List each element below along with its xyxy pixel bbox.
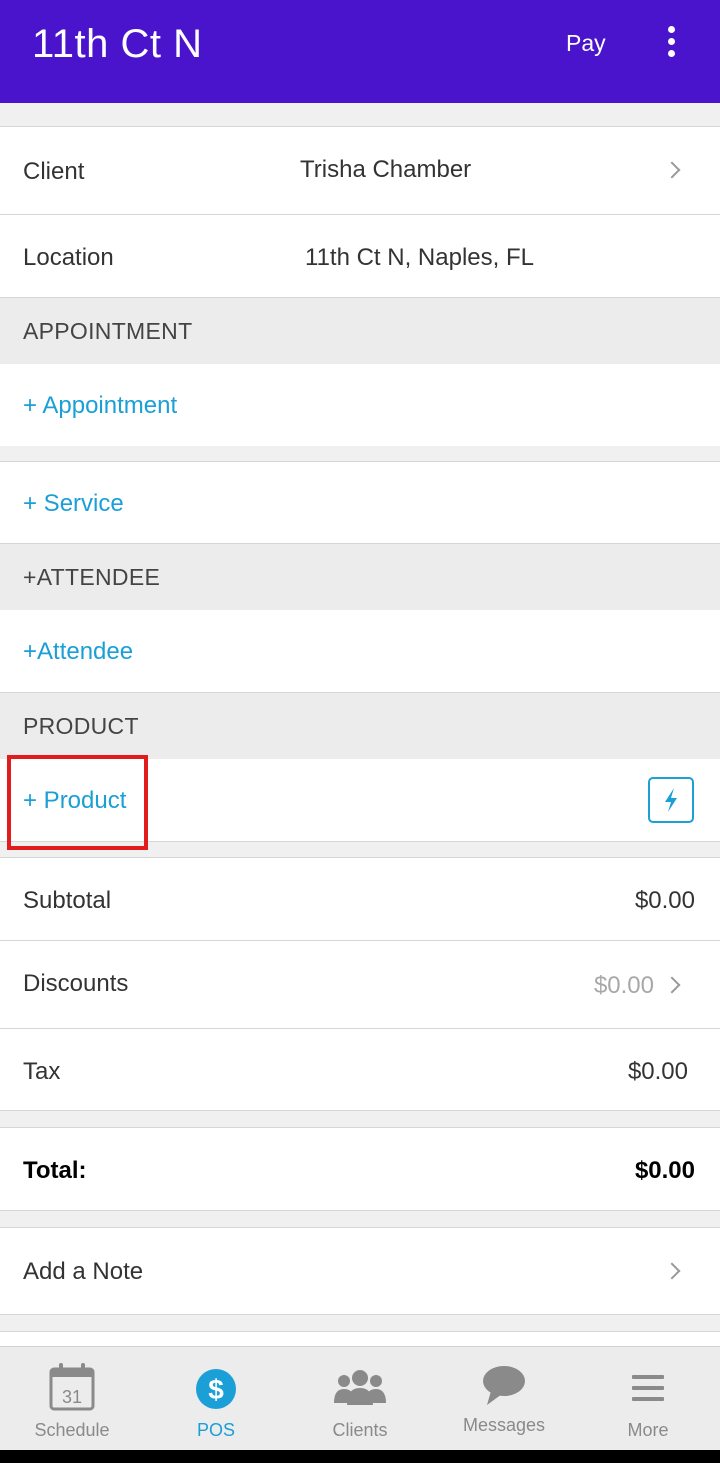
- chevron-right-icon: [663, 161, 681, 179]
- product-header-label: PRODUCT: [23, 713, 139, 739]
- more-vert-icon[interactable]: [660, 26, 682, 62]
- subtotal-label: Subtotal: [23, 887, 112, 914]
- tab-messages[interactable]: Messages: [432, 1347, 576, 1451]
- location-value: 11th Ct N, Naples, FL: [305, 244, 534, 271]
- footer-spacer: [0, 1331, 720, 1346]
- tab-pos-label: POS: [196, 1420, 235, 1440]
- tab-more-label: More: [627, 1420, 669, 1440]
- appointment-header-label: APPOINTMENT: [23, 318, 193, 344]
- total-label: Total:: [23, 1157, 87, 1184]
- lightning-icon: [665, 788, 677, 812]
- svg-text:31: 31: [62, 1387, 82, 1407]
- people-icon: [334, 1370, 386, 1405]
- tax-row: Tax $0.00: [0, 1029, 720, 1110]
- chevron-right-icon: [663, 976, 681, 994]
- total-value: $0.00: [634, 1157, 695, 1184]
- subtotal-value: $0.00: [634, 887, 695, 914]
- add-note-label: Add a Note: [23, 1258, 144, 1285]
- chevron-right-icon: [663, 1262, 681, 1280]
- total-row: Total: $0.00: [0, 1127, 720, 1211]
- add-attendee-link[interactable]: +Attendee: [23, 638, 133, 666]
- add-note-row[interactable]: Add a Note: [0, 1227, 720, 1315]
- pay-button[interactable]: Pay: [566, 30, 606, 57]
- tab-pos[interactable]: $ POS: [144, 1347, 288, 1451]
- calendar-icon: 31: [49, 1363, 95, 1411]
- system-nav-strip: [0, 1450, 720, 1463]
- client-value: Trisha Chamber: [300, 156, 472, 183]
- tab-clients[interactable]: Clients: [288, 1347, 432, 1451]
- bottom-tab-bar: 31 Schedule $ POS Clients Messages More: [0, 1346, 720, 1450]
- quick-add-button[interactable]: [648, 777, 694, 823]
- svg-text:$: $: [208, 1374, 224, 1405]
- page-title: 11th Ct N: [32, 22, 203, 66]
- app-bar: 11th Ct N Pay: [0, 0, 720, 103]
- hamburger-icon: [632, 1375, 664, 1401]
- product-header: PRODUCT: [0, 693, 720, 759]
- tab-schedule[interactable]: 31 Schedule: [0, 1347, 144, 1451]
- tax-value: $0.00: [627, 1058, 688, 1085]
- add-appointment-link[interactable]: + Appointment: [23, 392, 177, 420]
- subtotal-row: Subtotal $0.00: [0, 858, 720, 940]
- discounts-row[interactable]: Discounts $0.00: [0, 941, 720, 1028]
- tab-messages-label: Messages: [462, 1415, 546, 1435]
- add-attendee-row[interactable]: +Attendee: [0, 610, 720, 693]
- tab-clients-label: Clients: [332, 1420, 388, 1440]
- discounts-label: Discounts: [23, 970, 129, 997]
- location-label: Location: [23, 244, 114, 271]
- tab-schedule-label: Schedule: [34, 1420, 110, 1440]
- add-service-link[interactable]: + Service: [23, 490, 124, 518]
- appointment-header: APPOINTMENT: [0, 298, 720, 364]
- client-row[interactable]: Client Trisha Chamber: [0, 127, 720, 214]
- client-label: Client: [23, 158, 85, 185]
- tax-label: Tax: [23, 1058, 61, 1085]
- add-service-row[interactable]: + Service: [0, 461, 720, 544]
- dollar-icon: $: [196, 1369, 236, 1409]
- location-row: Location 11th Ct N, Naples, FL: [0, 215, 720, 297]
- add-appointment-row[interactable]: + Appointment: [0, 364, 720, 446]
- discounts-value: $0.00: [593, 972, 654, 999]
- tab-more[interactable]: More: [576, 1347, 720, 1451]
- attendee-header-label: +ATTENDEE: [23, 564, 161, 590]
- attendee-header: +ATTENDEE: [0, 544, 720, 610]
- chat-bubble-icon: [483, 1366, 525, 1405]
- highlight-box: [7, 755, 148, 850]
